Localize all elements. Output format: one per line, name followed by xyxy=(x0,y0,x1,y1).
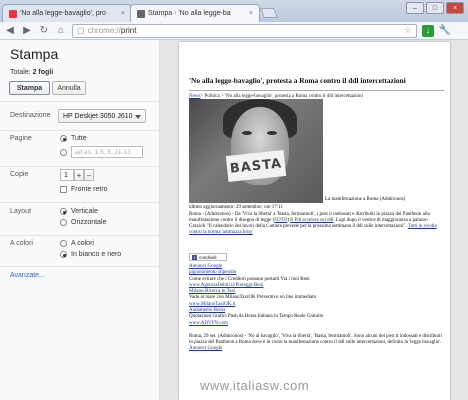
landscape-radio[interactable] xyxy=(60,219,67,226)
divider xyxy=(0,235,159,236)
photo-eye xyxy=(267,131,277,135)
page-icon: ▢ xyxy=(77,26,85,35)
address-bar[interactable]: ▢ chrome://print ☆ xyxy=(72,23,417,38)
address-scheme: chrome:// xyxy=(87,26,121,35)
advanced-settings-link[interactable]: Avanzate... xyxy=(10,272,45,279)
extension-download-icon[interactable]: ↓ xyxy=(422,24,434,37)
bw-option[interactable]: In bianco e nero xyxy=(60,251,121,258)
title-bar: 'No alla legge-bavaglio', pro × Stampa -… xyxy=(0,0,468,22)
bw-radio[interactable] xyxy=(60,251,67,258)
facebook-share-button[interactable]: f condividi xyxy=(189,253,227,261)
chevron-down-icon xyxy=(135,115,141,119)
layout-landscape-option[interactable]: Orizzontale xyxy=(60,219,106,226)
back-arrow-icon[interactable]: ◀ xyxy=(4,25,16,37)
destination-select[interactable]: HP Deskjet 3050 J610 xyxy=(58,109,146,123)
bookmark-star-icon[interactable]: ☆ xyxy=(404,25,412,36)
divider xyxy=(0,101,159,102)
landscape-label: Orizzontale xyxy=(71,219,107,226)
preview-page: 'No alla legge-bavaglio', protesta a Rom… xyxy=(179,42,450,400)
pages-label: Pagine xyxy=(10,135,32,142)
updated-line: ultimo aggiornamento: 29 settembre, ore … xyxy=(189,205,283,210)
article-paragraph-2: Roma, 29 set. (Adnkronos) - 'No al bavag… xyxy=(189,334,444,352)
wrench-menu-icon[interactable]: 🔧 xyxy=(439,25,451,37)
address-path: print xyxy=(120,26,137,35)
ads-block: Annunci Google pignoramento stipendio Co… xyxy=(189,264,444,327)
divider xyxy=(0,130,159,131)
duplex-label: Fronte retro xyxy=(71,186,108,193)
share-label: condividi xyxy=(199,254,217,260)
duplex-option[interactable]: Fronte retro xyxy=(60,186,108,193)
cancel-button[interactable]: Annulla xyxy=(52,81,86,95)
photo-caption: La manifestazione a Roma (Adnkronos) xyxy=(325,197,406,202)
color-option[interactable]: A colori xyxy=(60,240,94,247)
pdl-link[interactable]: Il Pdl accelera sul ddl xyxy=(290,218,333,223)
minimize-button[interactable]: – xyxy=(406,2,424,14)
red-page-icon xyxy=(9,9,17,18)
destination-value: HP Deskjet 3050 J610 xyxy=(63,112,133,120)
print-settings-panel: Stampa Totale: 2 fogli Stampa Annulla De… xyxy=(0,40,160,400)
divider xyxy=(189,90,444,91)
bw-label: In bianco e nero xyxy=(71,251,122,258)
duplex-checkbox[interactable] xyxy=(60,186,67,193)
layout-portrait-option[interactable]: Verticale xyxy=(60,208,98,215)
pages-range-input[interactable]: ad es. 1-5, 8, 11-13 xyxy=(71,146,143,158)
pages-all-label: Tutte xyxy=(71,135,87,142)
window-controls: – □ × xyxy=(406,2,464,14)
color-label: A colori xyxy=(10,240,33,247)
paragraph-text: Roma, 29 set. (Adnkronos) - 'No al bavag… xyxy=(189,334,442,345)
reload-icon[interactable]: ↻ xyxy=(38,25,50,37)
ads-link[interactable]: Annunci Google xyxy=(189,346,444,352)
color-radio[interactable] xyxy=(60,240,67,247)
portrait-label: Verticale xyxy=(71,208,98,215)
portrait-radio[interactable] xyxy=(60,208,67,215)
divider xyxy=(0,266,159,267)
total-value: 2 fogli xyxy=(32,69,54,76)
copies-label: Copie xyxy=(10,171,29,178)
browser-toolbar: ◀ ▶ ↻ ⌂ ▢ chrome://print ☆ ↓ 🔧 xyxy=(0,22,468,40)
close-window-button[interactable]: × xyxy=(446,2,464,14)
foto-link[interactable]: FOTO xyxy=(274,218,287,223)
close-tab-icon[interactable]: × xyxy=(118,10,125,17)
home-icon[interactable]: ⌂ xyxy=(55,25,67,37)
new-tab-button[interactable] xyxy=(260,8,278,18)
divider xyxy=(0,166,159,167)
sheet-total: Totale: 2 fogli xyxy=(10,69,53,76)
print-page-icon xyxy=(137,9,145,18)
pages-range-radio[interactable] xyxy=(60,148,67,156)
photo-eye xyxy=(242,131,252,135)
destination-label: Destinazione xyxy=(10,112,51,119)
total-label: Totale: xyxy=(10,69,31,76)
page-title: Stampa xyxy=(10,46,59,62)
print-button[interactable]: Stampa xyxy=(9,81,50,95)
article-title: 'No alla legge-bavaglio', protesta a Rom… xyxy=(189,76,406,85)
site-watermark: www.italiasw.com xyxy=(200,378,310,393)
tab-print[interactable]: Stampa - 'No alla legge-ba × xyxy=(130,4,260,22)
pages-range-option[interactable]: ad es. 1-5, 8, 11-13 xyxy=(60,146,143,158)
copies-increment-button[interactable]: + xyxy=(74,169,84,181)
maximize-button[interactable]: □ xyxy=(426,2,444,14)
pages-all-option[interactable]: Tutte xyxy=(60,135,87,142)
ad-line[interactable]: www.ADVFN.com xyxy=(189,321,444,327)
pages-all-radio[interactable] xyxy=(60,135,67,142)
forward-arrow-icon[interactable]: ▶ xyxy=(21,25,33,37)
article-photo: BASTA xyxy=(189,99,323,203)
facebook-icon: f xyxy=(192,254,197,260)
tab-article[interactable]: 'No alla legge-bavaglio', pro × xyxy=(2,4,132,22)
tab-label: Stampa - 'No alla legge-ba xyxy=(148,10,231,17)
copies-input[interactable]: 1 xyxy=(60,169,74,181)
color-option-label: A colori xyxy=(71,240,94,247)
divider xyxy=(0,202,159,203)
copies-decrement-button[interactable]: – xyxy=(84,169,94,181)
article-paragraph: Roma - (Adnkronos) - Da 'Viva la libertà… xyxy=(189,212,444,236)
tab-label: 'No alla legge-bavaglio', pro xyxy=(20,10,106,17)
print-preview-area[interactable]: 'No alla legge-bavaglio', protesta a Rom… xyxy=(160,40,468,400)
close-tab-icon[interactable]: × xyxy=(246,10,253,17)
layout-label: Layout xyxy=(10,208,32,215)
